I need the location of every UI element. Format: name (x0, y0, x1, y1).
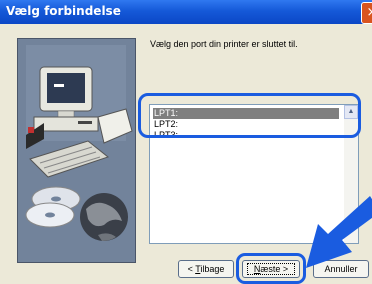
dialog-window: Vælg forbindelse × (0, 0, 372, 284)
setup-illustration (17, 38, 136, 263)
window-title: Vælg forbindelse (6, 4, 121, 18)
prompt-text: Vælg den port din printer er sluttet til… (150, 39, 298, 49)
globe-icon (80, 193, 128, 241)
port-list-highlight (138, 93, 361, 138)
close-icon: × (367, 5, 372, 20)
computer-illustration-icon (18, 39, 135, 262)
title-bar[interactable]: Vælg forbindelse × (0, 0, 372, 24)
back-button[interactable]: < Tilbage (178, 260, 234, 278)
pointer-arrow-icon (306, 196, 372, 268)
back-button-label: ilbage (200, 264, 225, 274)
next-button-highlight (236, 253, 306, 284)
close-button[interactable]: × (361, 2, 372, 24)
